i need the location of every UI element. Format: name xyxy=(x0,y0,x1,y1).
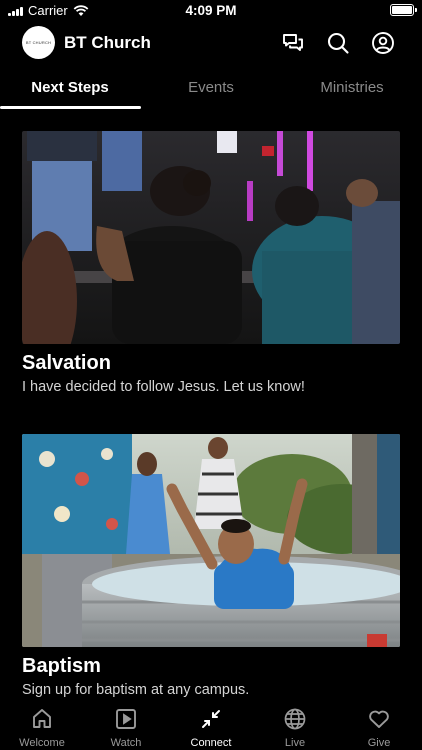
nav-give[interactable]: Give xyxy=(337,702,421,750)
connect-icon xyxy=(202,710,220,728)
play-icon xyxy=(116,709,136,729)
tab-events[interactable]: Events xyxy=(141,70,281,110)
card-description: Sign up for baptism at any campus. xyxy=(22,682,250,698)
active-tab-indicator xyxy=(0,106,141,109)
card-description: I have decided to follow Jesus. Let us k… xyxy=(22,379,305,395)
church-logo[interactable]: BT CHURCH xyxy=(22,26,55,59)
tab-bar: Next Steps Events Ministries xyxy=(0,70,422,110)
status-bar: Carrier 4:09 PM xyxy=(0,0,422,22)
card-title: Baptism xyxy=(22,655,101,677)
nav-live[interactable]: Live xyxy=(253,702,337,750)
prayer-photo xyxy=(22,131,400,344)
home-icon xyxy=(33,709,51,728)
heart-icon xyxy=(369,710,389,728)
globe-icon xyxy=(284,708,306,730)
card-baptism[interactable]: Baptism Sign up for baptism at any campu… xyxy=(22,434,400,698)
nav-watch[interactable]: Watch xyxy=(84,702,168,750)
nav-connect[interactable]: Connect xyxy=(169,702,253,750)
profile-icon[interactable] xyxy=(370,30,396,56)
baptism-photo xyxy=(22,434,400,647)
chat-icon[interactable] xyxy=(280,30,306,56)
battery-icon xyxy=(390,4,417,16)
search-icon[interactable] xyxy=(325,30,351,56)
tab-next-steps[interactable]: Next Steps xyxy=(0,70,140,110)
app-title: BT Church xyxy=(64,33,151,52)
tab-ministries[interactable]: Ministries xyxy=(282,70,422,110)
nav-welcome[interactable]: Welcome xyxy=(0,702,84,750)
status-time: 4:09 PM xyxy=(185,3,237,18)
card-title: Salvation xyxy=(22,352,111,374)
card-salvation[interactable]: Salvation I have decided to follow Jesus… xyxy=(22,131,400,395)
app-header: BT CHURCH BT Church xyxy=(0,24,422,64)
bottom-nav: Welcome Watch Connect Live Give xyxy=(0,702,422,750)
